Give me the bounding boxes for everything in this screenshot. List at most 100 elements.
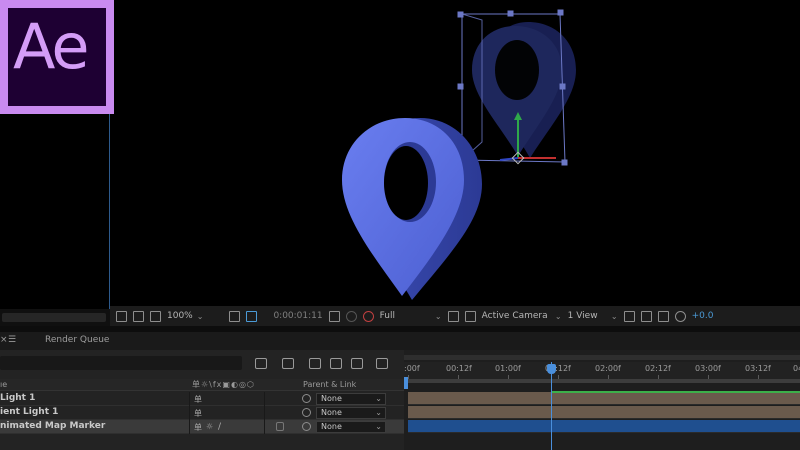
parent-dropdown[interactable]: None ⌄ — [316, 407, 386, 419]
ruler-label: 03:12f — [745, 364, 771, 373]
ae-logo: Ae — [0, 0, 114, 114]
chevron-down-icon: ⌄ — [196, 311, 204, 321]
chevron-down-icon: ⌄ — [554, 311, 562, 321]
ruler-label: :00f — [404, 364, 420, 373]
ghost-map-marker[interactable] — [472, 22, 576, 158]
exposure-value[interactable]: +0.0 — [692, 311, 714, 321]
ruler-label: 00:12f — [446, 364, 472, 373]
layer-name[interactable]: nimated Map Marker — [0, 421, 105, 431]
current-time-indicator[interactable] — [547, 364, 556, 374]
parent-dropdown[interactable]: None ⌄ — [316, 393, 386, 405]
parent-pickwhip-icon[interactable] — [302, 394, 311, 403]
close-icon[interactable]: × — [0, 335, 8, 345]
parent-dropdown[interactable]: None ⌄ — [316, 421, 386, 433]
map-marker[interactable] — [342, 118, 482, 300]
composition-flowchart-icon[interactable] — [255, 358, 267, 369]
column-divider — [264, 392, 265, 406]
show-snapshot-icon[interactable] — [345, 310, 357, 322]
quality-switch-icon[interactable]: / — [218, 422, 226, 432]
ruler-label: 02:12f — [645, 364, 671, 373]
work-area-bar[interactable] — [404, 379, 800, 383]
timeline-panel[interactable]: :00f 00:12f 01:00f 01:12f 02:00f 02:12f … — [404, 350, 800, 450]
column-divider — [264, 406, 265, 420]
render-cache-indicator — [552, 391, 800, 393]
shy-switch-icon[interactable]: 单 — [194, 422, 202, 432]
magnification-dropdown[interactable]: 100% ⌄ — [167, 311, 203, 321]
frame-blending-icon[interactable] — [330, 358, 342, 369]
region-icon[interactable] — [447, 310, 459, 322]
chevron-down-icon: ⌄ — [375, 394, 382, 403]
region-of-interest-icon[interactable] — [116, 310, 127, 322]
column-divider — [264, 420, 265, 434]
current-time-indicator-line — [551, 362, 552, 450]
panel-menu-icon[interactable]: ☰ — [8, 335, 16, 345]
shy-switch-icon[interactable]: 单 — [194, 394, 202, 404]
ruler-label: 03:00f — [695, 364, 721, 373]
chevron-down-icon: ⌄ — [434, 311, 442, 321]
timeline-icon[interactable] — [640, 310, 652, 322]
parent-value: None — [321, 408, 342, 417]
chevron-down-icon: ⌄ — [375, 408, 382, 417]
tab-render-queue[interactable]: Render Queue — [45, 335, 109, 345]
chevron-down-icon: ⌄ — [610, 311, 618, 321]
resolution-value: Full — [379, 311, 396, 321]
mask-visibility-icon[interactable] — [150, 310, 161, 322]
layer-row-selected[interactable]: nimated Map Marker 单 ☼ / None ⌄ — [0, 420, 404, 434]
snapshot-camera-icon[interactable] — [328, 310, 340, 322]
reset-exposure-icon[interactable] — [674, 310, 686, 322]
time-navigator-range[interactable] — [404, 355, 800, 360]
timeline-tab-bar: × ☰ Render Queue — [0, 332, 800, 350]
motion-blur-icon[interactable] — [351, 358, 363, 369]
parent-pickwhip-icon[interactable] — [302, 408, 311, 417]
column-divider — [189, 420, 190, 434]
views-value: 1 View — [567, 311, 598, 321]
ruler-label: 02:00f — [595, 364, 621, 373]
search-row — [0, 356, 404, 372]
grid-guides-icon[interactable] — [229, 310, 241, 322]
camera-value: Active Camera — [481, 311, 548, 321]
viewer-canvas — [342, 9, 576, 300]
ruler-label: 04 — [793, 364, 800, 373]
flowchart-icon[interactable] — [657, 310, 669, 322]
time-navigator[interactable] — [404, 354, 800, 362]
viewer-toolbar: 100% ⌄ 0:00:01:11 Full ⌄ Active Camera ⌄ 1 … — [110, 306, 800, 326]
graph-editor-icon[interactable] — [376, 358, 388, 369]
ruler-label: 01:00f — [495, 364, 521, 373]
column-parent-link[interactable]: Parent & Link — [303, 380, 356, 389]
zoom-value: 100% — [167, 311, 193, 321]
parent-value: None — [321, 422, 342, 431]
layer-row[interactable]: Light 1 单 None ⌄ — [0, 392, 404, 406]
layer-column-header: ıe 单☼\fx▣◐◎⬡ Parent & Link — [0, 379, 404, 391]
project-panel-scrollbar[interactable] — [0, 309, 110, 326]
transparency-grid-icon[interactable] — [246, 310, 258, 322]
toggle-transparency-icon[interactable] — [464, 310, 476, 322]
layer-duration-bar-selected[interactable] — [408, 420, 800, 433]
composition-viewer[interactable] — [110, 0, 800, 306]
layer-duration-bar[interactable] — [408, 406, 800, 419]
layer-duration-bar[interactable] — [408, 392, 800, 405]
column-divider — [189, 406, 190, 420]
column-switches: 单☼\fx▣◐◎⬡ — [192, 380, 255, 389]
layer-row[interactable]: ient Light 1 单 None ⌄ — [0, 406, 404, 420]
3d-layer-switch-icon[interactable] — [276, 422, 284, 431]
scrollbar-thumb[interactable] — [2, 313, 106, 322]
column-divider — [189, 392, 190, 406]
shy-switch-icon[interactable]: 单 — [194, 408, 202, 418]
3d-glasses-icon[interactable] — [133, 310, 144, 322]
current-time[interactable]: 0:00:01:11 — [273, 311, 322, 321]
layer-name[interactable]: ient Light 1 — [0, 407, 58, 417]
layer-name[interactable]: Light 1 — [0, 393, 35, 403]
collapse-switch-icon[interactable]: ☼ — [206, 422, 214, 431]
resolution-dropdown[interactable]: Full ⌄ — [380, 311, 442, 321]
parent-pickwhip-icon[interactable] — [302, 422, 311, 431]
camera-view-dropdown[interactable]: Active Camera ⌄ — [482, 311, 562, 321]
chevron-down-icon: ⌄ — [375, 422, 382, 431]
shy-layers-icon[interactable] — [309, 358, 321, 369]
view-layout-dropdown[interactable]: 1 View ⌄ — [568, 311, 618, 321]
work-area-start-handle[interactable] — [404, 377, 408, 389]
draft-3d-icon[interactable] — [282, 358, 294, 369]
search-input[interactable] — [0, 356, 242, 370]
column-source-name[interactable]: ıe — [0, 380, 7, 389]
fast-previews-icon[interactable] — [623, 310, 635, 322]
color-channels-icon[interactable] — [362, 310, 374, 322]
